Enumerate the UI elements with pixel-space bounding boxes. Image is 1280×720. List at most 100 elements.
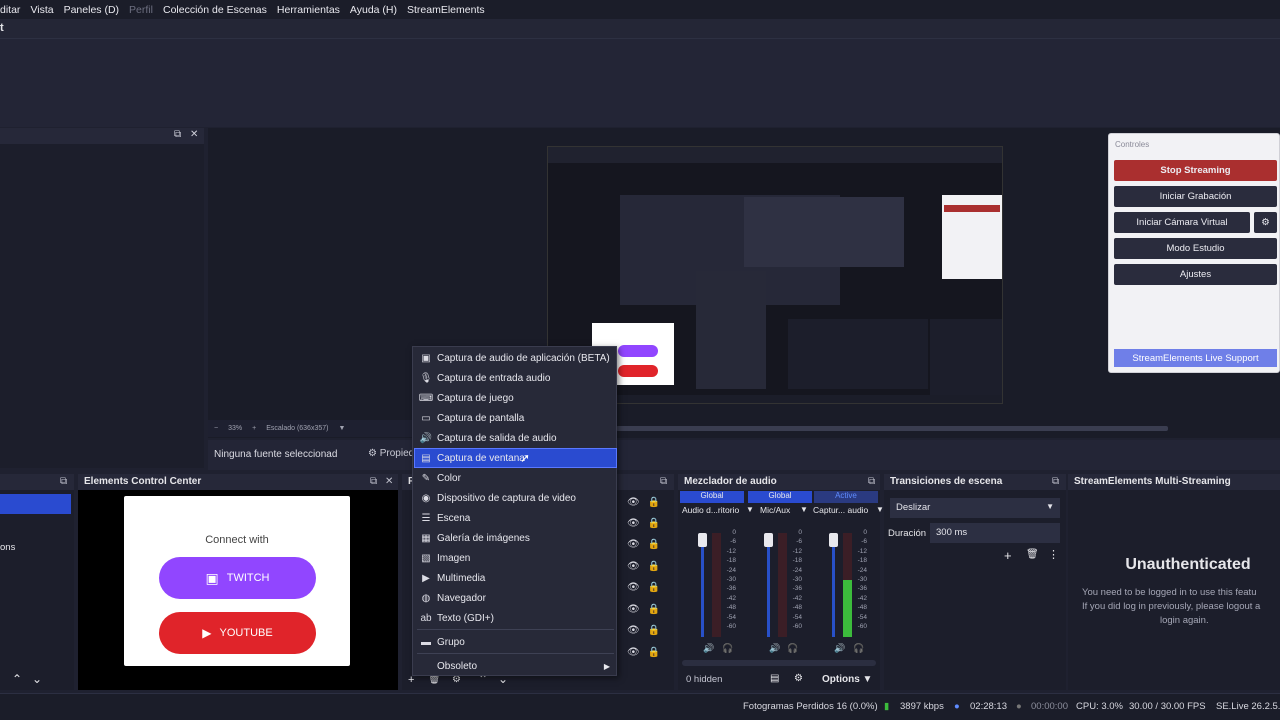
trash-icon[interactable]: 🗑: [1026, 549, 1039, 560]
menu-item[interactable]: ⌨ Captura de juego: [415, 389, 616, 407]
live-support-button[interactable]: StreamElements Live Support: [1114, 349, 1277, 367]
chevron-down-icon[interactable]: ▼: [338, 425, 345, 432]
menu-item[interactable]: ◉ Dispositivo de captura de video: [415, 489, 616, 507]
menu-profile[interactable]: Perfil: [124, 4, 158, 16]
headphones-icon[interactable]: 🎧: [722, 643, 733, 654]
start-recording-button[interactable]: Iniciar Grabación: [1114, 186, 1277, 207]
stop-streaming-button[interactable]: Stop Streaming: [1114, 160, 1277, 181]
menu-item[interactable]: ▣ Captura de audio de aplicación (BETA): [415, 349, 616, 367]
layout-icon[interactable]: ▤: [770, 673, 779, 684]
source-row[interactable]: 👁 🔒: [627, 539, 660, 550]
speaker-icon[interactable]: 🔊: [703, 643, 714, 654]
lock-icon[interactable]: 🔒: [648, 582, 660, 593]
eye-icon[interactable]: 👁: [627, 647, 640, 658]
controls-panel: Controles Stop Streaming Iniciar Grabaci…: [1108, 133, 1280, 373]
menu-streamelements[interactable]: StreamElements: [402, 4, 490, 16]
options-button[interactable]: Options ▼: [822, 674, 872, 685]
source-row[interactable]: 👁 🔒: [627, 518, 660, 529]
close-icon[interactable]: ✕: [385, 476, 393, 487]
float-icon[interactable]: ⧉: [60, 476, 67, 487]
virtualcam-settings-button[interactable]: ⚙: [1254, 212, 1277, 233]
menu-item[interactable]: ▦ Galería de imágenes: [415, 529, 616, 547]
menu-view[interactable]: Vista: [25, 4, 58, 16]
youtube-button[interactable]: ▶ YOUTUBE: [159, 612, 316, 654]
float-icon[interactable]: ⧉: [1052, 476, 1059, 487]
float-icon[interactable]: ⧉: [868, 476, 875, 487]
move-up-button[interactable]: ⌃: [12, 672, 22, 686]
volume-knob[interactable]: [829, 533, 838, 547]
source-row[interactable]: 👁 🔒: [627, 604, 660, 615]
eye-icon[interactable]: 👁: [627, 518, 640, 529]
lock-icon[interactable]: 🔒: [648, 625, 660, 636]
chevron-down-icon[interactable]: ▼: [876, 505, 884, 514]
menu-item[interactable]: ▶ Multimedia: [415, 569, 616, 587]
lock-icon[interactable]: 🔒: [648, 604, 660, 615]
menu-item[interactable]: ◍ Navegador: [415, 589, 616, 607]
eye-icon[interactable]: 👁: [627, 497, 640, 508]
scene-item-label[interactable]: ons: [0, 542, 15, 553]
chevron-down-icon[interactable]: ▼: [746, 505, 754, 514]
menu-help[interactable]: Ayuda (H): [345, 4, 402, 16]
menu-item[interactable]: Obsoleto ▶: [415, 657, 616, 675]
source-row[interactable]: 👁 🔒: [627, 561, 660, 572]
menu-item[interactable]: 🔊 Captura de salida de audio: [415, 429, 616, 447]
speaker-icon[interactable]: 🔊: [834, 643, 845, 654]
eye-icon[interactable]: 👁: [627, 604, 640, 615]
float-icon[interactable]: ⧉: [174, 129, 181, 140]
menu-item[interactable]: ☰ Escena: [415, 509, 616, 527]
headphones-icon[interactable]: 🎧: [787, 643, 798, 654]
eye-icon[interactable]: 👁: [627, 582, 640, 593]
lock-icon[interactable]: 🔒: [648, 518, 660, 529]
close-icon[interactable]: ✕: [190, 129, 198, 140]
settings-icon[interactable]: ⚙: [794, 673, 803, 684]
float-icon[interactable]: ⧉: [660, 476, 667, 487]
menu-item[interactable]: ab Texto (GDI+): [415, 609, 616, 627]
lock-icon[interactable]: 🔒: [648, 647, 660, 658]
lock-icon[interactable]: 🔒: [648, 539, 660, 550]
move-down-button[interactable]: ⌄: [32, 672, 42, 686]
properties-button[interactable]: ⚙ Propied: [368, 448, 414, 459]
source-row[interactable]: 👁 🔒: [627, 582, 660, 593]
settings-button[interactable]: Ajustes: [1114, 264, 1277, 285]
menu-scene-collection[interactable]: Colección de Escenas: [158, 4, 272, 16]
duration-input[interactable]: 300 ms: [930, 523, 1060, 543]
globe-icon: ◍: [421, 592, 431, 604]
source-row[interactable]: 👁 🔒: [627, 647, 660, 658]
menu-item[interactable]: ▭ Captura de pantalla: [415, 409, 616, 427]
preview-scrollbar[interactable]: [616, 426, 1168, 431]
menu-item[interactable]: ▬ Grupo: [415, 633, 616, 651]
twitch-button[interactable]: ▣ TWITCH: [159, 557, 316, 599]
transition-select[interactable]: Deslizar ▼: [890, 498, 1060, 518]
menu-item[interactable]: ▧ Imagen: [415, 549, 616, 567]
volume-knob[interactable]: [764, 533, 773, 547]
studio-mode-button[interactable]: Modo Estudio: [1114, 238, 1277, 259]
menu-docks[interactable]: Paneles (D): [59, 4, 124, 16]
scene-item-selected[interactable]: [0, 494, 71, 514]
eye-icon[interactable]: 👁: [627, 539, 640, 550]
menu-item[interactable]: 🎙 Captura de entrada audio: [415, 369, 616, 387]
eye-icon[interactable]: 👁: [627, 625, 640, 636]
menu-item[interactable]: ▤ Captura de ventana: [414, 448, 617, 468]
source-row[interactable]: 👁 🔒: [627, 625, 660, 636]
chevron-down-icon[interactable]: ▼: [800, 505, 808, 514]
virtual-camera-button[interactable]: Iniciar Cámara Virtual: [1114, 212, 1250, 233]
volume-slider[interactable]: [701, 533, 704, 637]
volume-slider[interactable]: [767, 533, 770, 637]
float-icon[interactable]: ⧉: [370, 476, 377, 487]
lock-icon[interactable]: 🔒: [648, 561, 660, 572]
speaker-icon[interactable]: 🔊: [769, 643, 780, 654]
headphones-icon[interactable]: 🎧: [853, 643, 864, 654]
volume-slider[interactable]: [832, 533, 835, 637]
zoom-in-button[interactable]: +: [252, 425, 256, 432]
volume-knob[interactable]: [698, 533, 707, 547]
menu-tools[interactable]: Herramientas: [272, 4, 345, 16]
add-transition-button[interactable]: +: [1004, 548, 1012, 563]
menu-edit[interactable]: ditar: [0, 4, 25, 16]
lock-icon[interactable]: 🔒: [648, 497, 660, 508]
eye-icon[interactable]: 👁: [627, 561, 640, 572]
mixer-scrollbar[interactable]: [682, 660, 876, 666]
more-icon[interactable]: ⋮: [1048, 548, 1059, 561]
source-row[interactable]: 👁 🔒: [627, 497, 660, 508]
menu-item[interactable]: ✎ Color: [415, 469, 616, 487]
zoom-out-button[interactable]: −: [214, 425, 218, 432]
